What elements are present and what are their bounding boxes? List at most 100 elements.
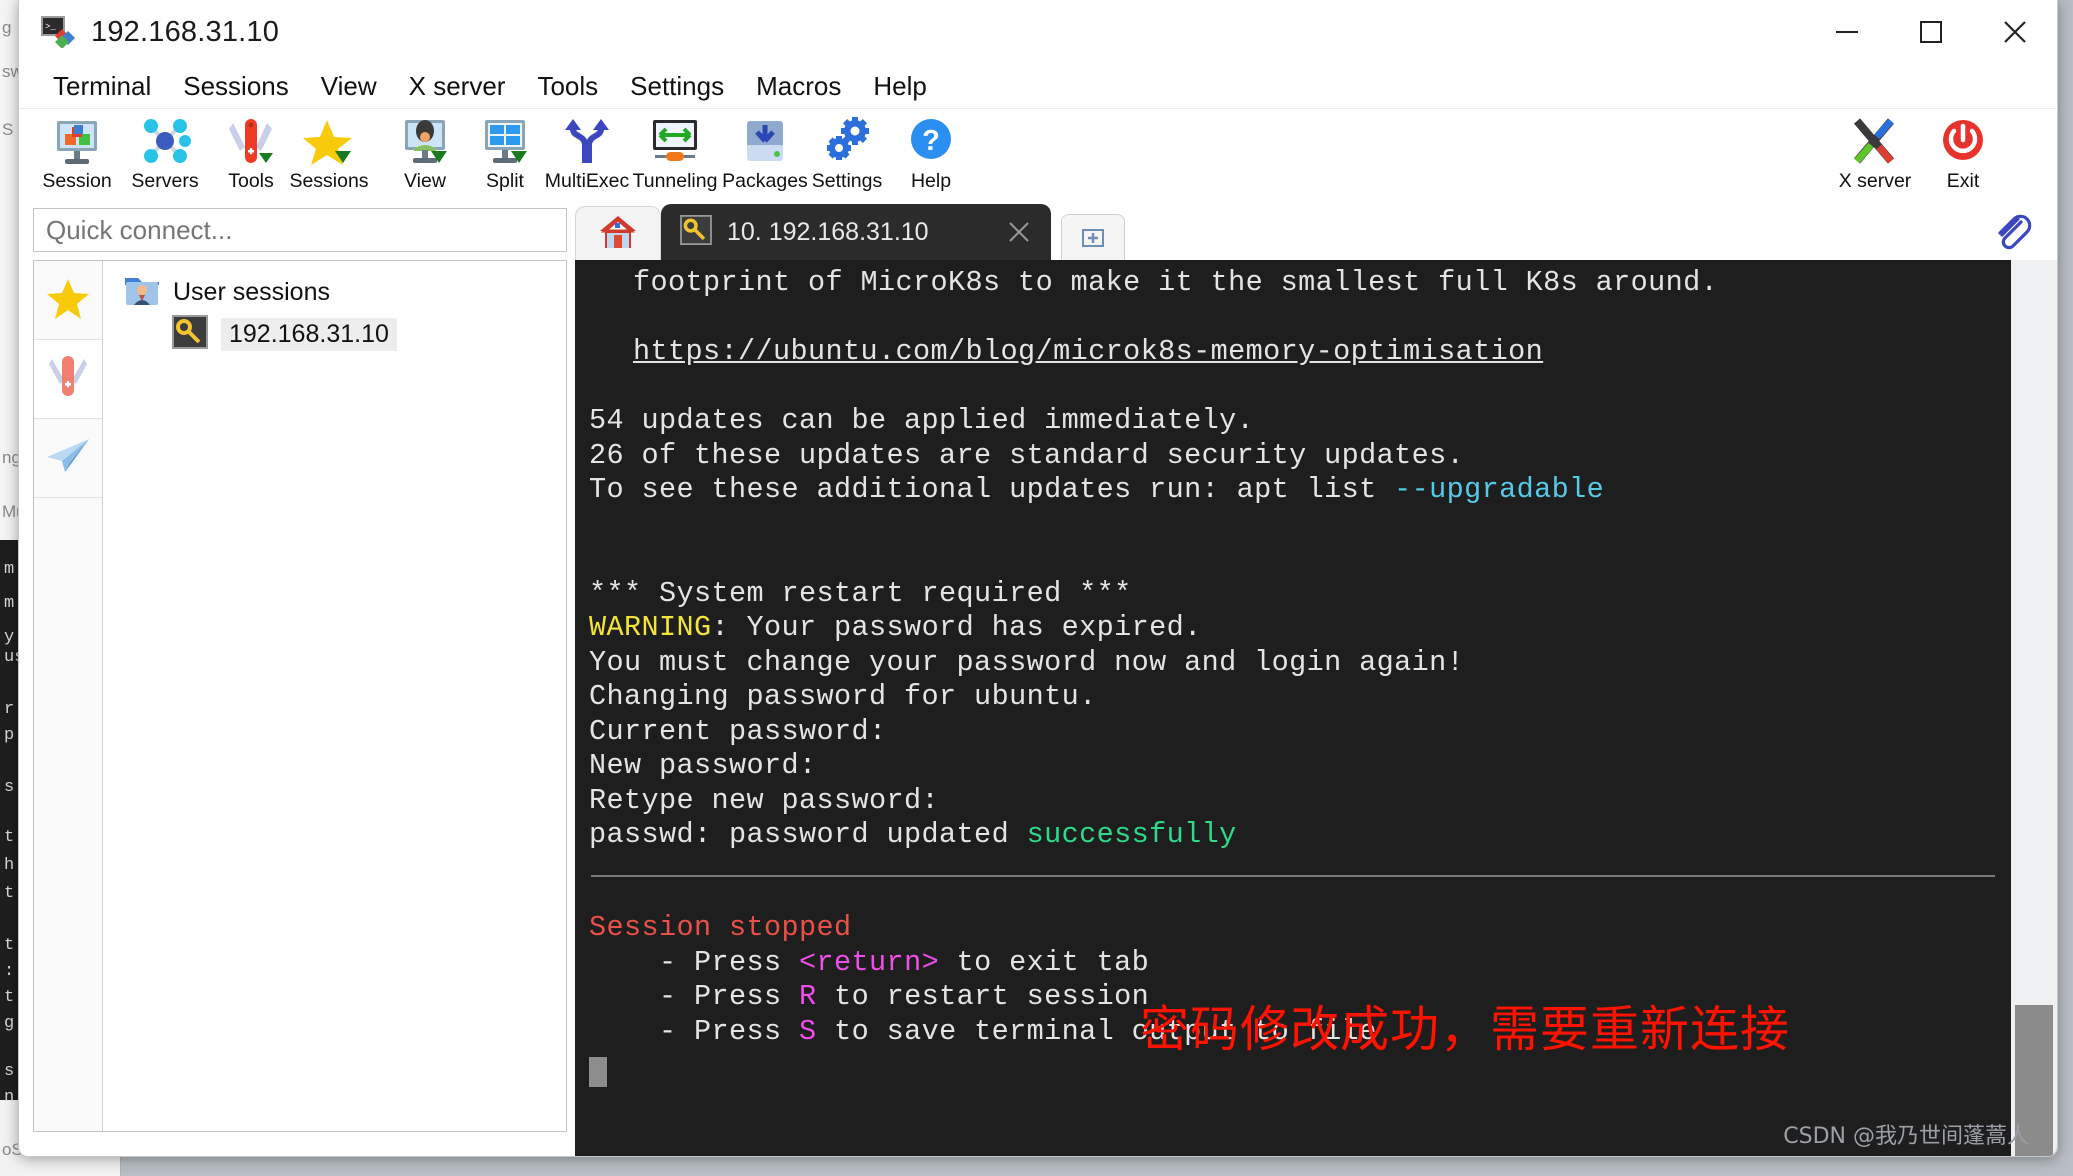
session-icon	[46, 113, 108, 169]
menu-item-help[interactable]: Help	[857, 69, 942, 104]
background-window-text-fragment: n	[4, 1088, 14, 1107]
toolbar-label-tools: Tools	[228, 171, 274, 191]
terminal-output[interactable]: footprint of MicroK8s to make it the sma…	[575, 260, 2057, 1156]
tab-close-icon[interactable]	[1005, 218, 1033, 246]
toolbar-button-servers[interactable]: Servers	[121, 113, 209, 199]
background-window-text-fragment: t	[4, 828, 14, 847]
maximize-button[interactable]	[1889, 0, 1973, 64]
close-button[interactable]	[1973, 0, 2057, 64]
background-window-text-fragment: m	[4, 594, 14, 613]
new-tab-button[interactable]	[1061, 214, 1125, 262]
terminal-line	[575, 370, 2011, 405]
terminal-text: - Press	[589, 1015, 799, 1048]
tree-root-user-sessions[interactable]: User sessions	[123, 271, 566, 313]
terminal-text: *** System restart required ***	[589, 577, 1132, 610]
multiexec-icon	[556, 113, 618, 169]
toolbar-button-sessions[interactable]: Sessions	[285, 113, 373, 199]
toolbar: Session Servers	[19, 108, 2057, 201]
terminal-text: <return>	[799, 946, 939, 979]
csdn-watermark: CSDN @我乃世间蓬蒿人	[1783, 1118, 2029, 1150]
terminal-line	[575, 542, 2011, 577]
user-folder-icon	[123, 273, 161, 312]
terminal-text	[633, 301, 651, 334]
menu-item-tools[interactable]: Tools	[521, 69, 614, 104]
toolbar-label-x-server: X server	[1839, 171, 1912, 191]
ssh-key-icon	[679, 215, 713, 250]
toolbar-label-servers: Servers	[131, 171, 198, 191]
terminal-text: Retype new password:	[589, 784, 939, 817]
quick-connect-input[interactable]	[33, 208, 567, 252]
terminal-text: Current password:	[589, 715, 887, 748]
terminal-cursor	[589, 1057, 607, 1087]
toolbar-button-view[interactable]: View	[381, 113, 469, 199]
terminal-line: You must change your password now and lo…	[575, 646, 2011, 681]
toolbar-button-x-server[interactable]: X server	[1819, 113, 1931, 199]
swiss-knife-icon	[45, 354, 91, 405]
toolbar-button-help[interactable]: ? Help	[887, 113, 975, 199]
svg-text:>_: >_	[45, 22, 56, 32]
help-icon: ?	[900, 113, 962, 169]
menu-item-x-server[interactable]: X server	[393, 69, 522, 104]
menu-item-macros[interactable]: Macros	[740, 69, 857, 104]
paperclip-icon[interactable]	[1991, 210, 2035, 254]
menu-bar: Terminal Sessions View X server Tools Se…	[19, 64, 2057, 108]
mobaxterm-window: >_ 192.168.31.10 Terminal Sessions View …	[18, 0, 2058, 1157]
terminal-line: Current password:	[575, 715, 2011, 750]
terminal-tab-bar: 10. 192.168.31.10	[575, 200, 2057, 260]
terminal-line: *** System restart required ***	[575, 577, 2011, 612]
background-window-text-fragment: t	[4, 884, 14, 903]
active-terminal-tab[interactable]: 10. 192.168.31.10	[661, 204, 1051, 260]
terminal-line	[575, 508, 2011, 543]
terminal-line: To see these additional updates run: apt…	[575, 473, 2011, 508]
background-window-text-fragment: s	[4, 778, 14, 797]
window-controls	[1805, 0, 2057, 64]
toolbar-label-exit: Exit	[1947, 171, 1980, 191]
terminal-text: Session stopped	[589, 911, 852, 944]
toolbar-label-view: View	[404, 171, 446, 191]
terminal-text: Changing password for ubuntu.	[589, 680, 1097, 713]
toolbar-button-tools[interactable]: Tools	[207, 113, 295, 199]
terminal-text: https://ubuntu.com/blog/microk8s-memory-…	[633, 335, 1543, 368]
terminal-text: 54 updates can be applied immediately.	[589, 404, 1254, 437]
toolbar-button-session[interactable]: Session	[33, 113, 121, 199]
terminal-text	[589, 542, 607, 575]
background-window-text-fragment: t	[4, 988, 14, 1007]
menu-item-view[interactable]: View	[305, 69, 393, 104]
menu-item-settings[interactable]: Settings	[614, 69, 740, 104]
sidebar-item-sessions[interactable]	[34, 261, 102, 340]
toolbar-label-tunneling: Tunneling	[633, 171, 718, 191]
background-window-text-fragment: s	[4, 1062, 14, 1081]
toolbar-button-settings[interactable]: Settings	[803, 113, 891, 199]
terminal-text: to restart session	[817, 980, 1150, 1013]
menu-item-sessions[interactable]: Sessions	[167, 69, 305, 104]
terminal-line: New password:	[575, 749, 2011, 784]
tree-item-session[interactable]: 192.168.31.10	[171, 313, 566, 355]
active-tab-label: 10. 192.168.31.10	[727, 218, 929, 247]
background-window-text-fragment: m	[4, 560, 14, 579]
split-icon	[474, 113, 536, 169]
terminal-text	[589, 508, 607, 541]
terminal-scrollbar-track[interactable]	[2011, 260, 2057, 1156]
minimize-button[interactable]	[1805, 0, 1889, 64]
sidebar-item-macros[interactable]	[34, 419, 102, 498]
terminal-line: Session stopped	[575, 911, 2011, 946]
packages-icon	[734, 113, 796, 169]
toolbar-label-help: Help	[911, 171, 951, 191]
tools-icon	[220, 113, 282, 169]
annotation-text: 密码修改成功，需要重新连接	[1140, 990, 1790, 1061]
terminal-line: - Press <return> to exit tab	[575, 946, 2011, 981]
toolbar-button-exit[interactable]: Exit	[1919, 113, 2007, 199]
home-tab[interactable]	[575, 206, 661, 261]
sessions-tree: User sessions 192.168.31.10	[103, 261, 566, 1131]
title-bar: >_ 192.168.31.10	[19, 0, 2057, 64]
background-window-text-fragment: y	[4, 628, 14, 647]
terminal-line: Retype new password:	[575, 784, 2011, 819]
terminal-text: R	[799, 980, 817, 1013]
sidebar-item-tools[interactable]	[34, 340, 102, 419]
terminal-text: S	[799, 1015, 817, 1048]
sessions-panel: User sessions 192.168.31.10	[33, 260, 567, 1132]
terminal-text	[589, 877, 607, 910]
toolbar-label-multiexec: MultiExec	[545, 171, 630, 191]
toolbar-label-sessions: Sessions	[289, 171, 368, 191]
menu-item-terminal[interactable]: Terminal	[37, 69, 167, 104]
